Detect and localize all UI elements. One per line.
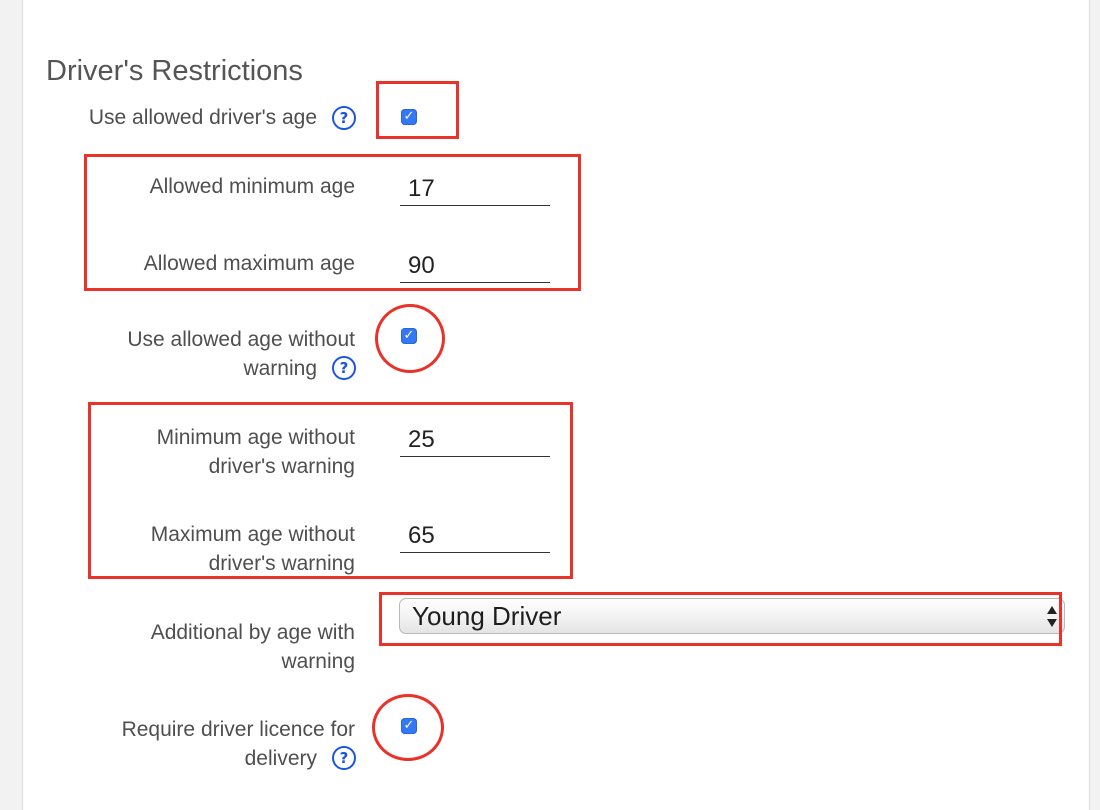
annotation-box-age-checkbox bbox=[376, 81, 459, 139]
annotation-box-select bbox=[379, 592, 1062, 646]
require-licence-label: Require driver licence for delivery bbox=[121, 718, 355, 770]
annotation-circle-warning-checkbox bbox=[375, 304, 445, 373]
help-icon[interactable]: ? bbox=[332, 356, 356, 380]
annotation-box-warning-range bbox=[88, 402, 573, 579]
annotation-circle-licence-checkbox bbox=[372, 694, 444, 761]
use-age-without-warning-label: Use allowed age without warning bbox=[127, 328, 355, 380]
section-title: Driver's Restrictions bbox=[46, 55, 303, 87]
annotation-box-age-range bbox=[84, 154, 581, 291]
additional-by-age-label: Additional by age with warning bbox=[150, 621, 355, 673]
use-allowed-age-label: Use allowed driver's age bbox=[88, 106, 317, 129]
help-icon[interactable]: ? bbox=[332, 746, 356, 770]
help-icon[interactable]: ? bbox=[332, 106, 356, 130]
